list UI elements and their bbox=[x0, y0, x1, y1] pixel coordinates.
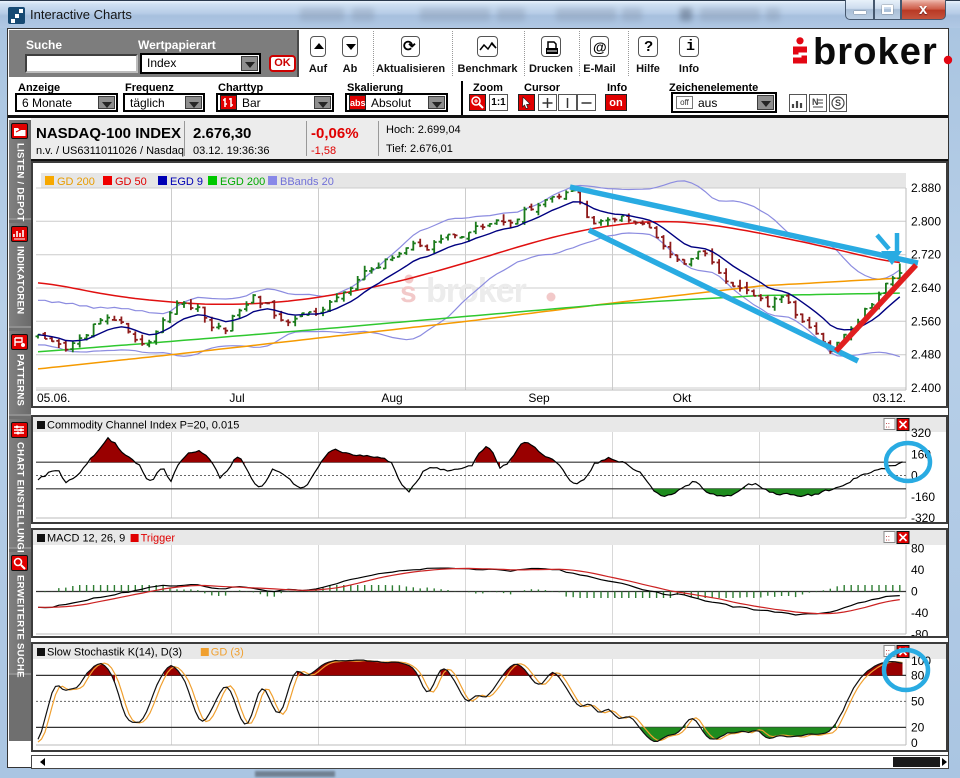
svg-text:0: 0 bbox=[911, 736, 918, 750]
svg-text:2.880: 2.880 bbox=[911, 181, 941, 195]
svg-text:GD 200: GD 200 bbox=[57, 176, 95, 188]
svg-text:03.12.: 03.12. bbox=[873, 391, 906, 405]
svg-text:320: 320 bbox=[911, 426, 931, 440]
svg-text:-320: -320 bbox=[911, 511, 935, 522]
svg-text:::: :: bbox=[886, 421, 890, 430]
svg-text:40: 40 bbox=[911, 563, 925, 577]
svg-text:EGD 200: EGD 200 bbox=[220, 176, 265, 188]
svg-text:2.720: 2.720 bbox=[911, 248, 941, 262]
svg-text:broker: broker bbox=[813, 37, 938, 71]
svg-text:05.06.: 05.06. bbox=[37, 391, 70, 405]
svg-text:Commodity Channel Index P=20,: Commodity Channel Index P=20, 0.015 bbox=[47, 420, 239, 432]
svg-text:Jul: Jul bbox=[229, 391, 244, 405]
svg-text:::: :: bbox=[886, 534, 890, 543]
svg-text:2.800: 2.800 bbox=[911, 214, 941, 228]
svg-text:50: 50 bbox=[911, 694, 925, 708]
svg-text:80: 80 bbox=[911, 542, 925, 556]
svg-text:0: 0 bbox=[911, 585, 918, 599]
svg-text:-160: -160 bbox=[911, 490, 935, 504]
svg-text:-40: -40 bbox=[911, 606, 929, 620]
svg-text:Slow Stochastik K(14), D(3): Slow Stochastik K(14), D(3) bbox=[47, 647, 182, 659]
svg-text:N: N bbox=[812, 97, 819, 107]
svg-text:Trigger: Trigger bbox=[141, 533, 176, 545]
svg-text:2.560: 2.560 bbox=[911, 314, 941, 328]
svg-text:S: S bbox=[835, 98, 841, 108]
svg-text:20: 20 bbox=[911, 720, 925, 734]
svg-text:Sep: Sep bbox=[528, 391, 550, 405]
svg-text:2.480: 2.480 bbox=[911, 348, 941, 362]
svg-text:Okt: Okt bbox=[673, 391, 692, 405]
svg-text:GD (3): GD (3) bbox=[211, 647, 244, 659]
svg-text:2.400: 2.400 bbox=[911, 381, 941, 395]
svg-text:GD 50: GD 50 bbox=[115, 176, 147, 188]
svg-text:Aug: Aug bbox=[381, 391, 402, 405]
svg-text:MACD 12, 26, 9: MACD 12, 26, 9 bbox=[47, 533, 125, 545]
svg-text:-80: -80 bbox=[911, 628, 929, 637]
svg-text:EGD 9: EGD 9 bbox=[170, 176, 203, 188]
svg-text:BBands 20: BBands 20 bbox=[280, 176, 334, 188]
svg-text:2.640: 2.640 bbox=[911, 281, 941, 295]
